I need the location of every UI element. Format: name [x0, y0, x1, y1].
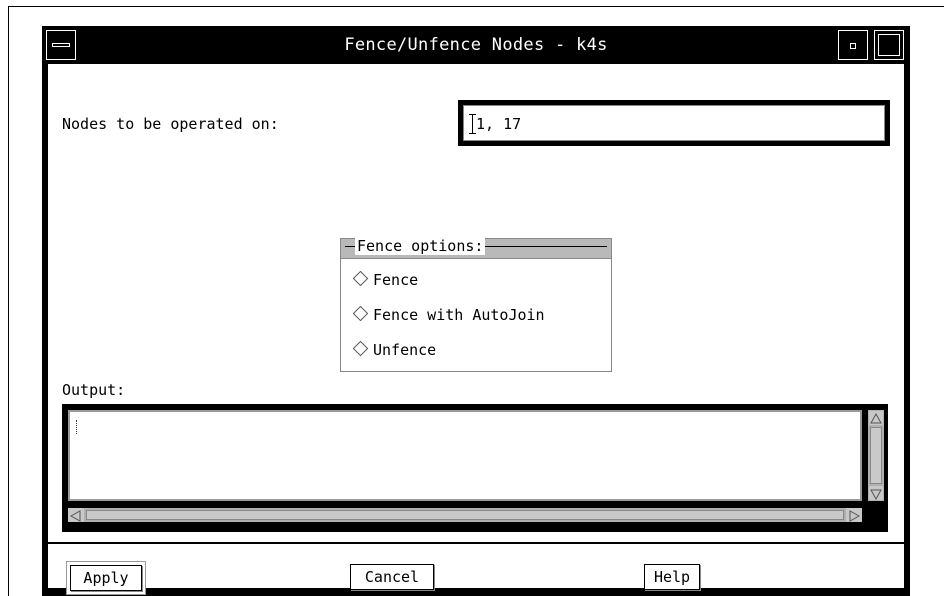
vertical-scroll-thumb[interactable]	[870, 427, 882, 484]
nodes-input-value: 1, 17	[476, 115, 522, 133]
help-button[interactable]: Help	[644, 564, 700, 590]
title-bar[interactable]: Fence/Unfence Nodes - k4s	[42, 26, 910, 64]
fence-options-header: Fence options:	[341, 237, 611, 259]
fence-options-group: Fence options: Fence Fence with AutoJoin…	[340, 237, 612, 372]
output-textarea[interactable]	[68, 410, 862, 501]
nodes-input-focus-frame: 1, 17	[458, 100, 890, 146]
output-vertical-scrollbar[interactable]	[868, 410, 884, 501]
minimize-button[interactable]	[838, 30, 868, 60]
radio-unfence[interactable]: Unfence	[352, 340, 437, 359]
button-separator	[48, 542, 904, 544]
scroll-down-arrow-icon[interactable]	[869, 486, 883, 501]
output-horizontal-scrollbar[interactable]	[68, 508, 862, 522]
output-focus-frame	[62, 404, 888, 532]
nodes-label: Nodes to be operated on:	[62, 115, 279, 133]
maximize-icon	[878, 34, 900, 56]
window-title: Fence/Unfence Nodes - k4s	[344, 35, 608, 55]
radio-diamond-icon	[352, 340, 369, 357]
radio-fence[interactable]: Fence	[352, 270, 419, 289]
maximize-button[interactable]	[874, 30, 904, 60]
radio-fence-with-autojoin[interactable]: Fence with AutoJoin	[352, 305, 545, 324]
apply-button-label: Apply	[70, 565, 142, 591]
radio-fence-label: Fence	[373, 271, 419, 289]
scroll-left-arrow-icon[interactable]	[68, 508, 84, 522]
radio-diamond-icon	[352, 305, 369, 322]
radio-unfence-label: Unfence	[373, 341, 437, 359]
horizontal-scroll-thumb[interactable]	[86, 510, 844, 520]
dialog-window: Fence/Unfence Nodes - k4s Nodes to be op…	[42, 26, 910, 596]
nodes-input[interactable]: 1, 17	[463, 105, 885, 141]
minimize-icon	[850, 43, 856, 49]
radio-diamond-icon	[352, 270, 369, 287]
dialog-client-area: Nodes to be operated on: 1, 17 Fence opt…	[48, 64, 904, 595]
output-label: Output:	[62, 381, 126, 399]
apply-button[interactable]: Apply	[66, 561, 146, 595]
fence-options-title: Fence options:	[355, 237, 486, 255]
radio-fence-with-autojoin-label: Fence with AutoJoin	[373, 306, 545, 324]
text-cursor-icon	[76, 420, 78, 434]
cancel-button[interactable]: Cancel	[350, 564, 434, 590]
scroll-right-arrow-icon[interactable]	[846, 508, 862, 522]
scroll-up-arrow-icon[interactable]	[869, 411, 883, 425]
